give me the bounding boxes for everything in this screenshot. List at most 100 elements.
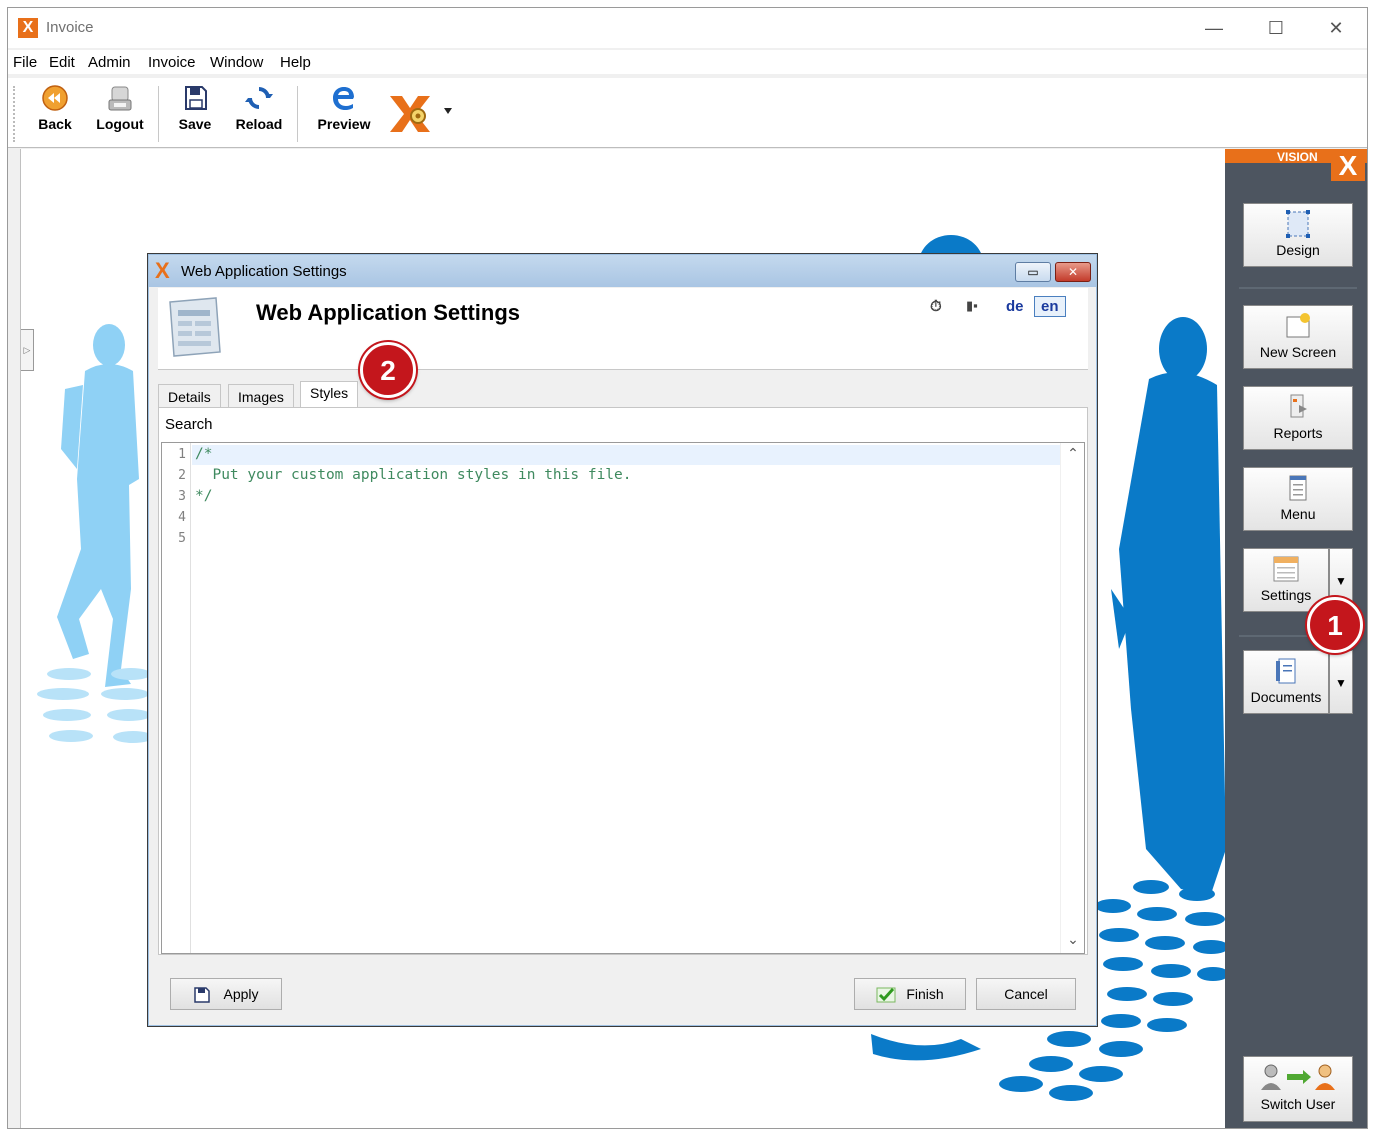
menu-help[interactable]: Help [280, 54, 311, 71]
gears-x-icon [390, 96, 452, 132]
dialog-title-bar[interactable]: X Web Application Settings ▭ ✕ [149, 255, 1096, 287]
toolbar-separator [158, 86, 159, 142]
line-number: 2 [178, 468, 186, 483]
documents-dropdown-arrow[interactable]: ▼ [1329, 650, 1353, 714]
annotation-badge-2: 2 [360, 342, 416, 398]
brand-x-logo: X [1331, 151, 1365, 181]
tab-bar: Details Images Styles [158, 381, 1088, 408]
finish-label: Finish [906, 986, 944, 1002]
save-button[interactable]: Save [172, 84, 218, 132]
title-bar: X Invoice — ☐ ✕ [8, 8, 1367, 48]
switch-user-icon [1261, 1064, 1335, 1090]
styles-tab-panel: Search 1 2 3 4 5 /* Put your custom appl… [158, 407, 1088, 955]
documents-button[interactable]: Documents [1243, 650, 1329, 714]
code-line: Put your custom application styles in th… [195, 467, 632, 483]
logout-button[interactable]: Logout [90, 84, 150, 132]
side-panel-toggle[interactable]: ▷ [21, 329, 34, 371]
switch-user-label: Switch User [1260, 1096, 1336, 1112]
preview-label: Preview [317, 116, 371, 132]
new-screen-label: New Screen [1259, 344, 1337, 360]
panel-separator [1239, 287, 1357, 289]
documents-label: Documents [1250, 689, 1322, 705]
tab-details[interactable]: Details [158, 384, 221, 408]
cancel-button[interactable]: Cancel [976, 978, 1076, 1010]
reports-button[interactable]: Reports [1243, 386, 1353, 450]
menu-icon [1289, 475, 1307, 501]
dialog-header: Web Application Settings ⏱ ▮▪ de en [158, 288, 1088, 370]
close-button[interactable]: ✕ [1316, 14, 1356, 42]
save-label: Save [178, 116, 212, 132]
reports-icon [1290, 394, 1307, 418]
toolbar-separator [297, 86, 298, 142]
menu-invoice[interactable]: Invoice [148, 54, 196, 71]
apply-button[interactable]: Apply [170, 978, 282, 1010]
menu-window[interactable]: Window [210, 54, 263, 71]
tab-styles[interactable]: Styles [300, 381, 359, 408]
stopwatch-icon[interactable]: ⏱ [930, 298, 942, 315]
reload-label: Reload [235, 116, 283, 132]
new-screen-icon [1286, 313, 1310, 338]
back-label: Back [38, 116, 72, 132]
save-icon [185, 86, 207, 110]
menu-editor-button[interactable]: Menu [1243, 467, 1353, 531]
settings-label: Settings [1260, 587, 1312, 603]
documents-icon [1276, 658, 1296, 684]
design-icon [1286, 210, 1310, 238]
dialog-close-button[interactable]: ✕ [1055, 262, 1091, 282]
menu-edit[interactable]: Edit [49, 54, 75, 71]
reload-icon [245, 87, 273, 109]
code-line: /* [195, 446, 213, 462]
brand-label: VISION [1277, 150, 1318, 164]
reload-button[interactable]: Reload [232, 84, 286, 132]
current-line-highlight [192, 445, 1060, 465]
logout-icon [108, 86, 132, 111]
back-icon [42, 85, 68, 111]
menu-admin[interactable]: Admin [88, 54, 131, 71]
browser-e-icon [333, 87, 354, 110]
main-toolbar: Back Logout Save Reload Preview [8, 78, 1367, 148]
finish-button[interactable]: Finish [854, 978, 966, 1010]
floor-dots-left [37, 668, 153, 743]
person-silhouette-left [57, 324, 139, 687]
lang-en-button[interactable]: en [1034, 296, 1066, 317]
apply-label: Apply [223, 986, 259, 1002]
design-label: Design [1276, 242, 1320, 258]
checkmark-icon [876, 987, 896, 1003]
dialog-restore-button[interactable]: ▭ [1015, 262, 1051, 282]
save-icon [194, 987, 211, 1004]
css-code-editor[interactable]: 1 2 3 4 5 /* Put your custom application… [161, 442, 1085, 954]
minimize-button[interactable]: — [1194, 14, 1234, 42]
header-tools: ⏱ ▮▪ de en [930, 296, 1080, 322]
code-line: */ [195, 488, 213, 504]
back-button[interactable]: Back [32, 84, 78, 132]
settings-form-icon [169, 297, 221, 357]
menu-bar: File Edit Admin Invoice Window Help [8, 50, 1367, 74]
web-app-settings-dialog: X Web Application Settings ▭ ✕ Web Appli… [147, 253, 1098, 1027]
tools-dropdown-button[interactable] [388, 92, 454, 139]
maximize-button[interactable]: ☐ [1256, 14, 1296, 42]
scroll-up-arrow[interactable]: ⌃ [1061, 445, 1085, 465]
app-logo-icon: X [18, 18, 38, 38]
lang-de-button[interactable]: de [1006, 298, 1024, 315]
dialog-header-title: Web Application Settings [256, 300, 521, 325]
camera-icon[interactable]: ▮▪ [966, 298, 978, 314]
menu-file[interactable]: File [13, 54, 37, 71]
line-number: 1 [178, 447, 186, 462]
window-title: Invoice [46, 19, 94, 36]
preview-button[interactable]: Preview [311, 84, 377, 132]
search-label[interactable]: Search [165, 416, 213, 433]
design-button[interactable]: Design [1243, 203, 1353, 267]
menu-label: Menu [1280, 506, 1316, 522]
line-number-gutter: 1 2 3 4 5 [162, 443, 191, 953]
tab-images[interactable]: Images [228, 384, 294, 408]
logout-label: Logout [96, 116, 144, 132]
dialog-footer: Apply Finish Cancel [158, 964, 1088, 1020]
settings-button[interactable]: Settings [1243, 548, 1329, 612]
scroll-down-arrow[interactable]: ⌄ [1061, 931, 1085, 951]
dialog-x-logo-icon: X [155, 258, 170, 283]
toolbar-grip[interactable] [13, 86, 15, 142]
new-screen-button[interactable]: New Screen [1243, 305, 1353, 369]
annotation-badge-1: 1 [1307, 597, 1363, 653]
editor-scrollbar[interactable]: ⌃ ⌄ [1060, 443, 1084, 953]
switch-user-button[interactable]: Switch User [1243, 1056, 1353, 1122]
